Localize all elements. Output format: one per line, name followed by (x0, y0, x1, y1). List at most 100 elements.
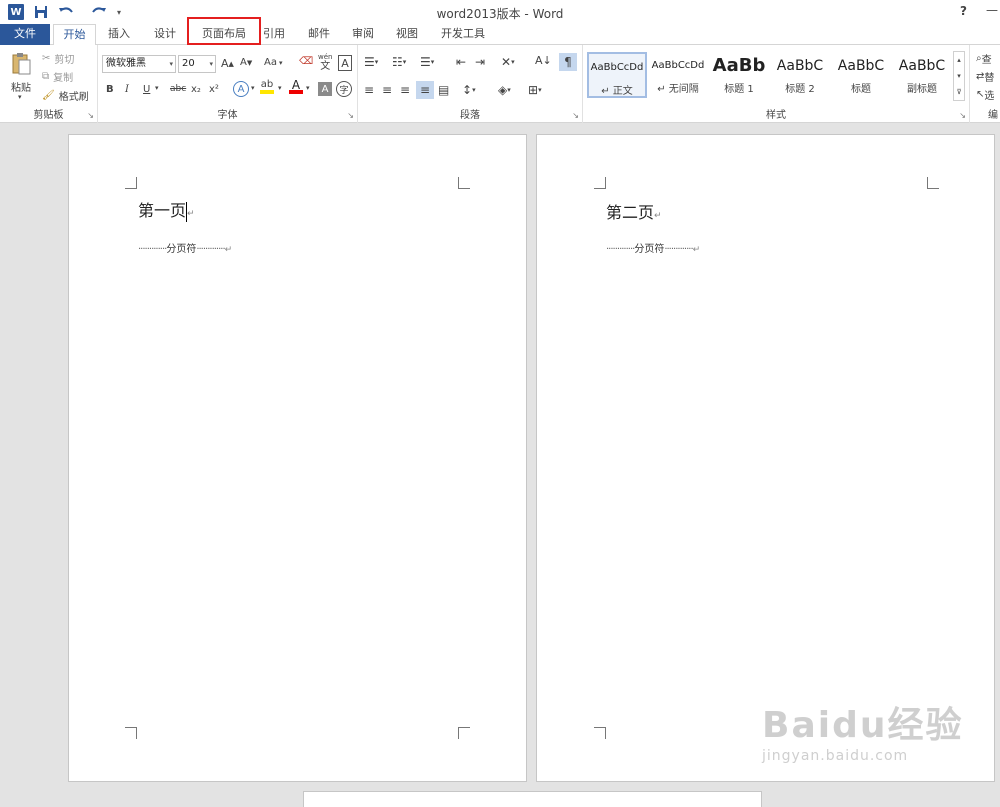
clipboard-group: 粘贴 ▾ ✂ 剪切 ⧉ 复制 🖌 格式刷 剪贴板 ↘ (0, 45, 98, 123)
subscript-button[interactable]: x₂ (191, 84, 201, 95)
multilevel-list-icon[interactable]: ☰ ▾ (420, 55, 434, 69)
style-normal[interactable]: AaBbCcDd ↵ 正文 (587, 52, 647, 98)
page-1[interactable]: 第一页↵ ·············分页符·············↵ (68, 134, 527, 782)
strikethrough-button[interactable]: abc (170, 84, 186, 94)
style-sample: AaBbC (776, 58, 824, 74)
tab-review[interactable]: 审阅 (344, 24, 382, 45)
bold-button[interactable]: B (106, 84, 114, 95)
paragraph-mark: ↵ (187, 209, 195, 219)
style-subtitle[interactable]: AaBbC 副标题 (892, 52, 952, 98)
font-size-dropdown-icon[interactable]: ▾ (209, 56, 213, 72)
page-3-partial[interactable] (303, 791, 762, 807)
borders-icon[interactable]: ⊞ ▾ (528, 83, 542, 97)
numbering-icon[interactable]: ☷ ▾ (392, 55, 406, 69)
show-formatting-marks-icon[interactable]: ¶ (559, 53, 577, 71)
clear-formatting-icon[interactable]: ⌫ (299, 56, 313, 67)
character-border-icon[interactable]: A (338, 55, 352, 71)
font-group-label: 字体 (217, 110, 238, 121)
replace-button[interactable]: ⇄ 替 (976, 69, 994, 84)
scroll-down-icon[interactable]: ▾ (957, 72, 961, 80)
styles-launcher-icon[interactable]: ↘ (959, 111, 966, 120)
styles-group-label: 样式 (766, 110, 786, 121)
align-center-icon[interactable]: ≡ (382, 83, 392, 97)
highlight-color-bar (260, 90, 274, 94)
distributed-icon[interactable]: ▤ (438, 83, 449, 97)
italic-button[interactable]: I (125, 84, 129, 95)
font-name-combo[interactable]: 微软雅黑 ▾ (102, 55, 176, 73)
shrink-font-icon[interactable]: A ▼ (240, 57, 252, 68)
text-highlight-button[interactable]: ab (260, 80, 274, 94)
phonetic-guide-button[interactable]: wén 文 (318, 53, 332, 72)
tab-insert[interactable]: 插入 (100, 24, 138, 45)
shading-icon[interactable]: ◈ ▾ (498, 83, 511, 97)
paste-dropdown-icon[interactable]: ▾ (18, 93, 22, 101)
cut-button[interactable]: ✂ 剪切 (42, 51, 74, 66)
tab-home[interactable]: 开始 (53, 24, 96, 46)
font-color-button[interactable]: A (289, 79, 303, 94)
font-launcher-icon[interactable]: ↘ (347, 111, 354, 120)
superscript-button[interactable]: x² (209, 84, 219, 95)
decrease-indent-icon[interactable]: ⇤ (456, 55, 466, 69)
tab-design[interactable]: 设计 (146, 24, 184, 45)
format-painter-button[interactable]: 🖌 格式刷 (42, 88, 89, 103)
character-shading-icon[interactable]: A (318, 82, 332, 96)
grow-font-icon[interactable]: A ▲ (221, 57, 234, 70)
paragraph-group-label: 段落 (460, 110, 480, 121)
find-button[interactable]: ⌕ 查 (976, 51, 992, 66)
page-2-heading: 第二页 (606, 203, 655, 222)
change-case-button[interactable]: Aa ▾ (264, 57, 282, 68)
page-2[interactable]: 第二页↵ ·············分页符·············↵ (536, 134, 995, 782)
underline-dropdown-icon[interactable]: ▾ (155, 84, 159, 92)
style-heading-2[interactable]: AaBbC 标题 2 (770, 52, 830, 98)
scroll-up-icon[interactable]: ▴ (957, 56, 961, 64)
align-right-icon[interactable]: ≡ (400, 83, 410, 97)
align-left-icon[interactable]: ≡ (364, 83, 374, 97)
style-title[interactable]: AaBbC 标题 (831, 52, 891, 98)
paste-icon[interactable] (10, 51, 32, 77)
page-2-text-line[interactable]: 第二页↵ (606, 199, 662, 223)
bullets-icon[interactable]: ☰ ▾ (364, 55, 378, 69)
text-effects-dropdown-icon[interactable]: ▾ (251, 84, 255, 92)
highlight-dropdown-icon[interactable]: ▾ (278, 84, 282, 92)
margin-corner-mark (927, 177, 939, 189)
replace-icon: ⇄ (976, 71, 985, 82)
tab-references[interactable]: 引用 (258, 24, 290, 45)
font-name-dropdown-icon[interactable]: ▾ (169, 56, 173, 72)
font-color-dropdown-icon[interactable]: ▾ (306, 84, 310, 92)
styles-gallery: AaBbCcDd ↵ 正文 AaBbCcDd ↵ 无间隔 AaBb 标题 1 A… (587, 50, 965, 100)
styles-scroll-controls[interactable]: ▴ ▾ ⊽ (953, 51, 965, 101)
tab-file[interactable]: 文件 (0, 24, 50, 45)
tab-mailings[interactable]: 邮件 (300, 24, 338, 45)
styles-group: AaBbCcDd ↵ 正文 AaBbCcDd ↵ 无间隔 AaBb 标题 1 A… (583, 45, 970, 123)
select-button[interactable]: ↖ 选 (976, 87, 994, 102)
tab-page-layout[interactable]: 页面布局 (190, 24, 258, 45)
paragraph-launcher-icon[interactable]: ↘ (572, 111, 579, 120)
chinese-layout-icon[interactable]: ✕ ▾ (501, 55, 515, 69)
style-name: ↵ 正文 (601, 86, 633, 97)
line-spacing-icon[interactable]: ↕ ▾ (462, 83, 476, 97)
copy-button[interactable]: ⧉ 复制 (42, 69, 73, 84)
margin-corner-mark (125, 177, 137, 189)
paste-button[interactable]: 粘贴 (11, 79, 31, 94)
font-size-combo[interactable]: 20 ▾ (178, 55, 216, 73)
page-1-text-line[interactable]: 第一页↵ (138, 197, 195, 222)
tab-developer[interactable]: 开发工具 (434, 24, 492, 45)
sort-icon[interactable]: A↓ (535, 54, 552, 67)
find-label: 查 (981, 55, 992, 66)
style-no-spacing[interactable]: AaBbCcDd ↵ 无间隔 (648, 52, 708, 98)
clipboard-launcher-icon[interactable]: ↘ (87, 111, 94, 120)
style-heading-1[interactable]: AaBb 标题 1 (709, 52, 769, 98)
enclose-characters-icon[interactable]: 字 (336, 81, 352, 97)
help-icon[interactable]: ? (960, 4, 967, 18)
more-styles-icon[interactable]: ⊽ (956, 88, 961, 96)
minimize-icon[interactable]: — (986, 3, 998, 17)
text-effects-icon[interactable]: A (233, 81, 249, 97)
page-1-page-break: ·············分页符·············↵ (138, 244, 233, 255)
underline-button[interactable]: U (143, 84, 150, 95)
style-sample: AaBbCcDd (651, 60, 705, 71)
tab-view[interactable]: 视图 (388, 24, 426, 45)
increase-indent-icon[interactable]: ⇥ (475, 55, 485, 69)
justify-icon[interactable]: ≡ (416, 81, 434, 99)
style-sample: AaBbCcDd (590, 62, 644, 73)
highlighter-icon: ab (260, 79, 274, 90)
